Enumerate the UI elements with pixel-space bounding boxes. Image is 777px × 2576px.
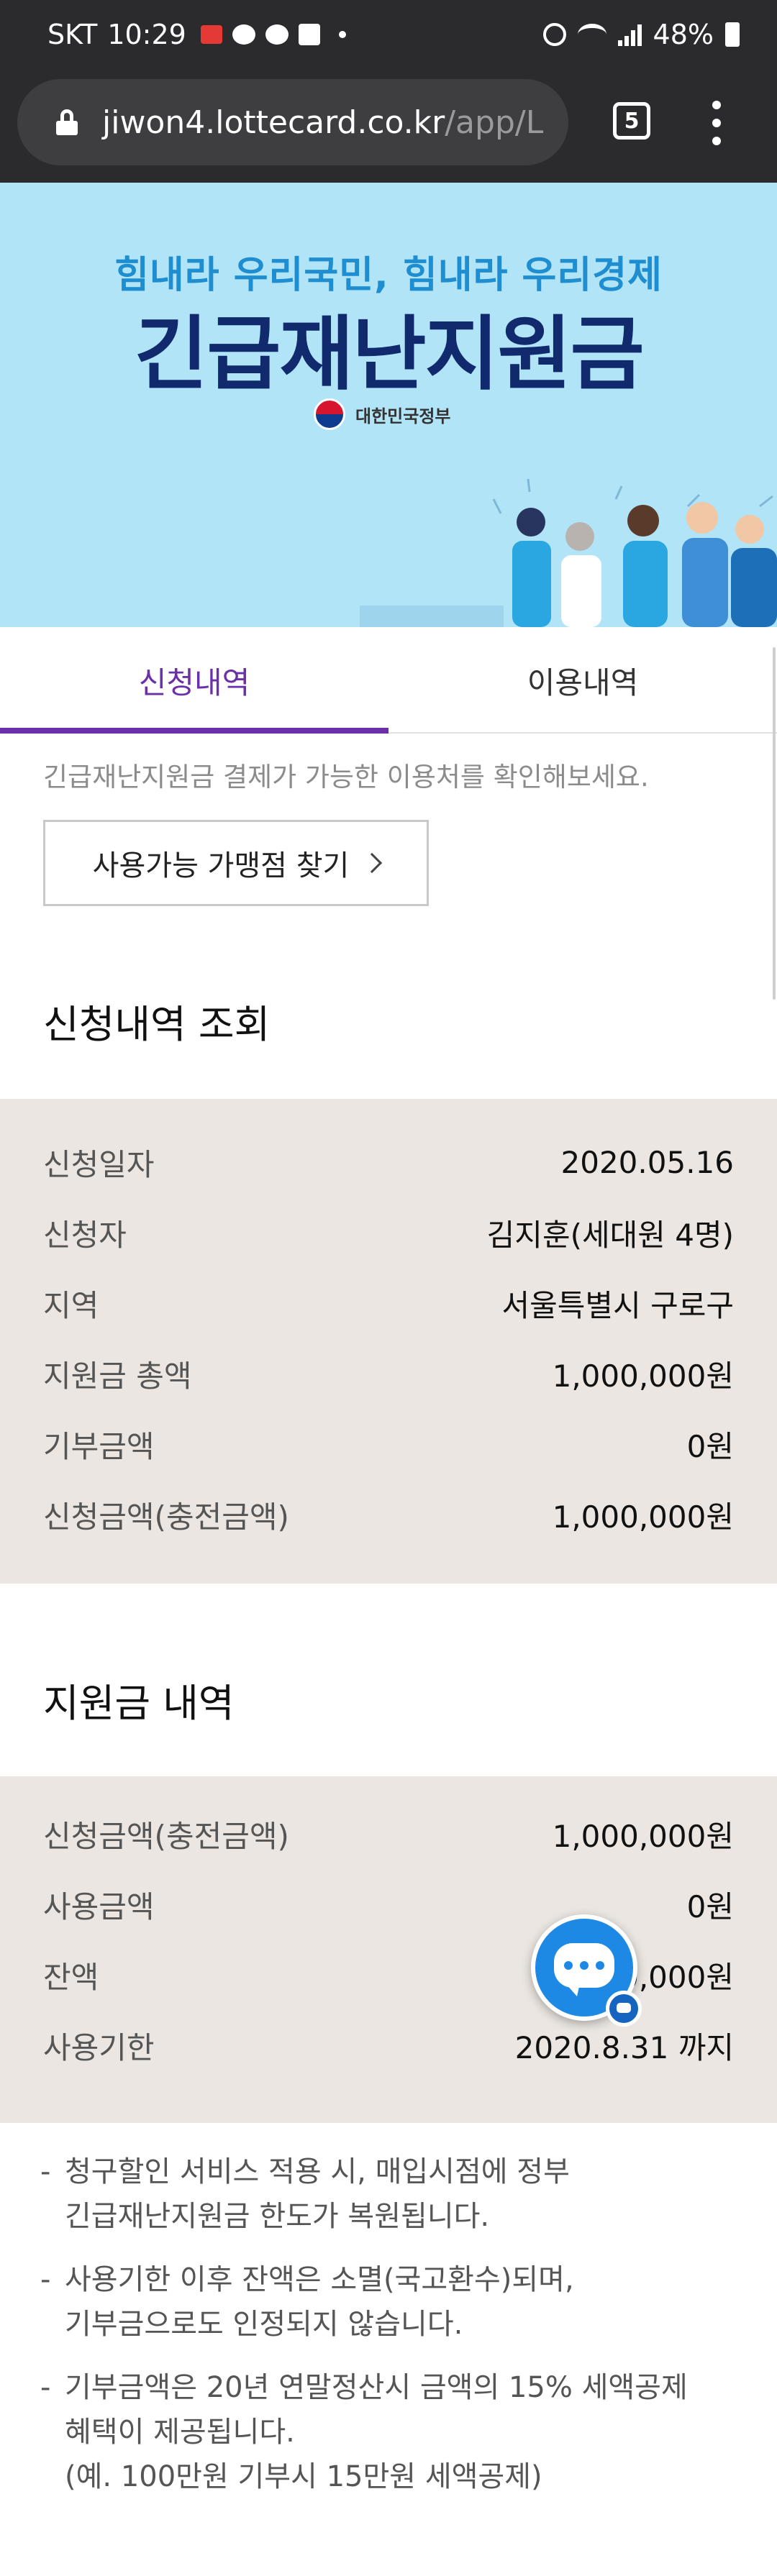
hero-banner: 힘내라 우리국민, 힘내라 우리경제 긴급재난지원금 대한민국정부 xyxy=(0,183,777,627)
tab-switcher-button[interactable]: 5 xyxy=(613,102,650,140)
battery-icon xyxy=(725,22,740,47)
active-tab-indicator xyxy=(0,728,388,734)
calendar-icon xyxy=(298,24,320,45)
city-silhouette xyxy=(360,606,504,627)
detail-row: 사용기한 2020.8.31 까지 xyxy=(43,2024,734,2067)
notice-line: 긴급재난지원금 한도가 복원됩니다. xyxy=(65,2200,490,2233)
chatbot-button[interactable] xyxy=(531,1914,642,2027)
gov-logo: 대한민국정부 xyxy=(314,398,450,430)
row-value: 김지훈(세대원 4명) xyxy=(486,1217,734,1253)
alarm-icon xyxy=(542,23,566,46)
row-label: 사용기한 xyxy=(43,2029,155,2065)
notice-line: 혜택이 제공됩니다. xyxy=(65,2416,295,2449)
row-value: 0원 xyxy=(686,1888,734,1924)
scrollbar[interactable] xyxy=(773,647,776,1000)
application-section-title: 신청내역 조회 xyxy=(43,1002,271,1047)
notification-icons xyxy=(200,24,346,45)
detail-row: 신청자 김지훈(세대원 4명) xyxy=(43,1211,734,1254)
find-store-label: 사용가능 가맹점 찾기 xyxy=(92,849,350,882)
row-label: 기부금액 xyxy=(43,1428,155,1464)
wifi-icon xyxy=(577,24,606,45)
row-value: 1,000,000원 xyxy=(552,1358,734,1394)
chat-bubble-icon xyxy=(554,1943,614,1988)
row-value: 2020.8.31 까지 xyxy=(514,2029,734,2065)
chevron-right-icon xyxy=(362,852,383,874)
status-time: 10:29 xyxy=(107,19,186,50)
talk-icon xyxy=(232,24,255,45)
row-label: 신청금액(충전금액) xyxy=(43,1499,289,1535)
notice-line: 기부금액은 20년 연말정산시 금액의 15% 세액공제 xyxy=(65,2371,688,2404)
url-path: /app/L xyxy=(445,104,544,141)
notice-line: 기부금으로도 인정되지 않습니다. xyxy=(65,2308,463,2341)
support-panel: 신청금액(충전금액) 1,000,000원 사용금액 0원 잔액 1,000,0… xyxy=(0,1776,777,2123)
megaphone-icon xyxy=(200,25,222,44)
row-value: 서울특별시 구로구 xyxy=(501,1287,734,1323)
detail-row: 지역 서울특별시 구로구 xyxy=(43,1282,734,1325)
status-bar: SKT 10:29 48% xyxy=(0,0,777,72)
detail-row: 사용금액 0원 xyxy=(43,1883,734,1926)
notice-item: - 사용기한 이후 잔액은 소멸(국고환수)되며, 기부금으로도 인정되지 않습… xyxy=(40,2258,745,2344)
url-host: jiwon4.lottecard.co.kr xyxy=(102,104,445,141)
row-label: 사용금액 xyxy=(43,1888,155,1924)
chat-badge-icon xyxy=(606,1991,642,2027)
browser-toolbar: jiwon4.lottecard.co.kr/app/L 5 xyxy=(0,72,777,183)
banner-title: 긴급재난지원금 xyxy=(134,308,644,401)
more-notifications-icon xyxy=(338,31,346,38)
status-left: SKT 10:29 xyxy=(47,19,346,50)
row-value: 1,000,000원 xyxy=(552,1818,734,1854)
notice-line: (예. 100만원 기부시 15만원 세액공제) xyxy=(65,2460,542,2493)
lock-icon xyxy=(56,109,78,135)
detail-row: 신청금액(충전금액) 1,000,000원 xyxy=(43,1493,734,1536)
people-illustration xyxy=(492,478,777,627)
notice-line: 청구할인 서비스 적용 시, 매입시점에 정부 xyxy=(65,2155,570,2188)
tab-bar: 신청내역 이용내역 xyxy=(0,627,777,734)
detail-row: 기부금액 0원 xyxy=(43,1422,734,1466)
application-panel: 신청일자 2020.05.16 신청자 김지훈(세대원 4명) 지역 서울특별시… xyxy=(0,1099,777,1584)
browser-menu-button[interactable] xyxy=(704,98,730,148)
url-text: jiwon4.lottecard.co.kr/app/L xyxy=(102,104,543,141)
row-label: 신청자 xyxy=(43,1217,127,1253)
message-icon xyxy=(265,24,288,45)
taegeuk-emblem-icon xyxy=(314,398,345,430)
row-label: 지원금 총액 xyxy=(43,1358,192,1394)
detail-row: 신청일자 2020.05.16 xyxy=(43,1141,734,1184)
tab-application-history[interactable]: 신청내역 xyxy=(0,627,388,734)
notice-line: 사용기한 이후 잔액은 소멸(국고환수)되며, xyxy=(65,2263,574,2296)
row-label: 지역 xyxy=(43,1287,99,1323)
row-label: 신청일자 xyxy=(43,1146,155,1182)
row-value: 0원 xyxy=(686,1428,734,1464)
detail-row: 신청금액(충전금액) 1,000,000원 xyxy=(43,1812,734,1855)
tab-usage-history[interactable]: 이용내역 xyxy=(388,627,777,734)
address-bar[interactable]: jiwon4.lottecard.co.kr/app/L xyxy=(17,79,568,165)
row-label: 신청금액(충전금액) xyxy=(43,1818,289,1854)
detail-row: 지원금 총액 1,000,000원 xyxy=(43,1352,734,1395)
info-text: 긴급재난지원금 결제가 가능한 이용처를 확인해보세요. xyxy=(43,762,649,793)
row-value: 1,000,000원 xyxy=(552,1499,734,1535)
row-value: 2020.05.16 xyxy=(560,1144,734,1180)
notice-item: - 기부금액은 20년 연말정산시 금액의 15% 세액공제 혜택이 제공됩니다… xyxy=(40,2366,745,2500)
carrier-label: SKT xyxy=(47,19,98,50)
notice-item: - 청구할인 서비스 적용 시, 매입시점에 정부 긴급재난지원금 한도가 복원… xyxy=(40,2150,745,2237)
status-right: 48% xyxy=(542,19,740,50)
support-section-title: 지원금 내역 xyxy=(43,1681,235,1726)
battery-percent: 48% xyxy=(653,19,714,50)
row-label: 잔액 xyxy=(43,1959,99,1995)
signal-icon xyxy=(617,23,642,46)
find-store-button[interactable]: 사용가능 가맹점 찾기 xyxy=(43,820,429,906)
gov-label: 대한민국정부 xyxy=(355,406,451,426)
